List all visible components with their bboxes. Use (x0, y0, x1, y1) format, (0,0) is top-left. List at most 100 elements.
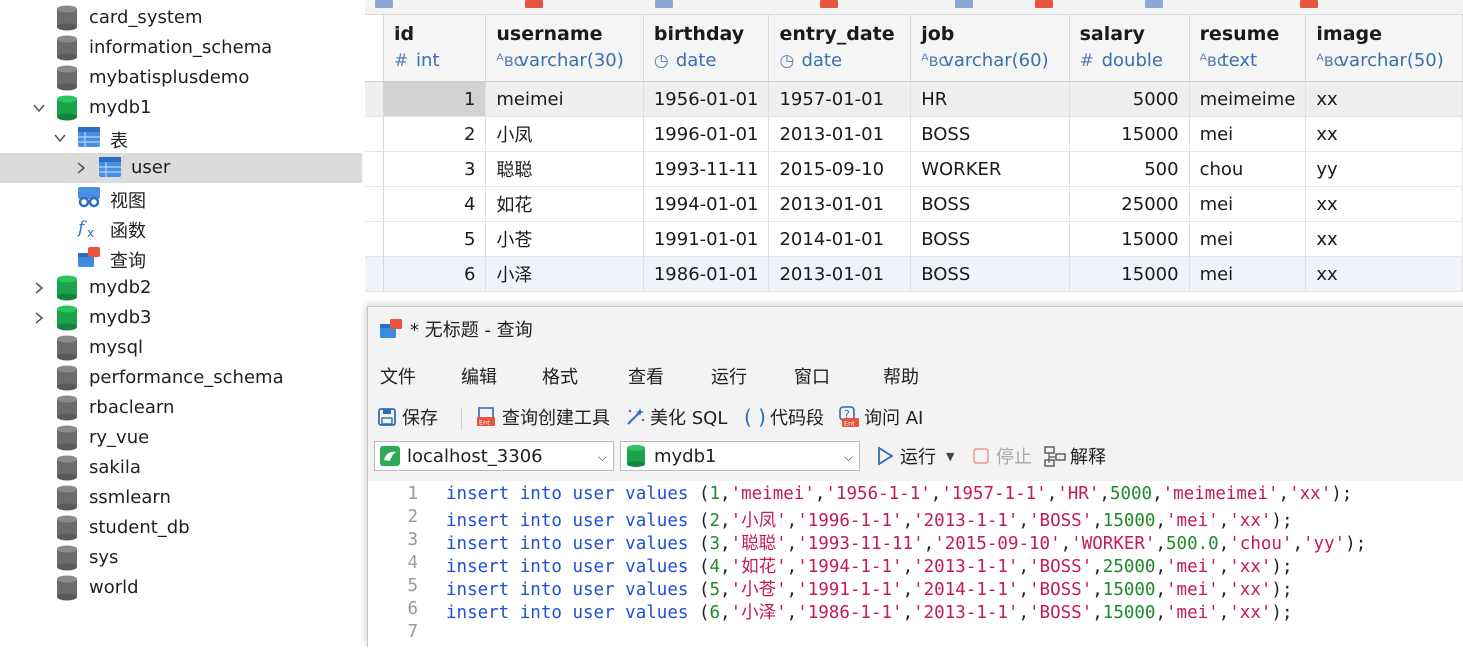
cell-birthday[interactable]: 1996-01-01 (643, 116, 770, 152)
cell-resume[interactable]: mei (1189, 116, 1307, 152)
cell-entry-date[interactable]: 1957-01-01 (768, 81, 912, 117)
cell-username[interactable]: 小凤 (485, 116, 644, 152)
cell-birthday[interactable]: 1986-01-01 (643, 256, 770, 292)
cell-id[interactable]: 5 (383, 221, 487, 257)
tree-item-user-table[interactable]: user (0, 153, 360, 183)
menu-format[interactable]: 格式 (542, 363, 578, 389)
tree-item-student-db[interactable]: student_db (0, 513, 360, 543)
cell-entry-date[interactable]: 2014-01-01 (768, 221, 912, 257)
chevron-down-icon[interactable] (53, 131, 67, 145)
column-header-resume[interactable]: resume ᴬʙctext (1189, 15, 1307, 82)
tree-item-sakila[interactable]: sakila (0, 453, 360, 483)
editor-line[interactable]: 1 insert into user values (1,'meimei','19… (368, 484, 1463, 507)
editor-line[interactable]: 3 insert into user values (3,'聪聪','1993-1… (368, 530, 1463, 554)
cell-username[interactable]: 小泽 (485, 256, 644, 292)
tree-item-functions-folder[interactable]: f x 函数 (0, 213, 360, 243)
query-builder-button[interactable]: Ent 查询创建工具 (476, 404, 610, 430)
editor-line[interactable]: 7 (368, 622, 1463, 645)
cell-image[interactable]: yy (1305, 151, 1463, 187)
row-selector[interactable] (365, 186, 385, 222)
row-selector[interactable] (365, 116, 385, 152)
cell-salary[interactable]: 15000 (1069, 221, 1190, 257)
table-row[interactable]: 2 小凤 1996-01-01 2013-01-01 BOSS 15000 mei xx (365, 116, 1463, 152)
editor-line[interactable]: 5 insert into user values (5,'小苍','1991-1… (368, 576, 1463, 600)
tree-item-views-folder[interactable]: 视图 (0, 183, 360, 213)
cell-image[interactable]: xx (1305, 221, 1463, 257)
cell-birthday[interactable]: 1991-01-01 (643, 221, 770, 257)
cell-birthday[interactable]: 1956-01-01 (643, 81, 770, 117)
column-header-salary[interactable]: salary # double (1069, 15, 1190, 82)
tree-item-sys[interactable]: sys (0, 543, 360, 573)
beautify-sql-button[interactable]: 美化 SQL (624, 404, 727, 430)
cell-job[interactable]: WORKER (910, 151, 1070, 187)
cell-resume[interactable]: meimeime (1189, 81, 1307, 117)
run-button[interactable]: 运行 ▼ (874, 443, 954, 469)
cell-salary[interactable]: 5000 (1069, 81, 1190, 117)
menu-window[interactable]: 窗口 (794, 363, 830, 389)
cell-salary[interactable]: 15000 (1069, 116, 1190, 152)
tree-item-mydb3[interactable]: mydb3 (0, 303, 360, 333)
cell-birthday[interactable]: 1994-01-01 (643, 186, 770, 222)
tree-item-world[interactable]: world (0, 573, 360, 603)
explain-button[interactable]: 解释 (1044, 443, 1106, 469)
column-header-image[interactable]: image ᴬʙcvarchar(50) (1305, 15, 1463, 82)
menu-file[interactable]: 文件 (380, 363, 416, 389)
column-header-birthday[interactable]: birthday ◷ date (643, 15, 770, 82)
database-select[interactable]: mydb1 ⌵ (620, 441, 860, 471)
menu-edit[interactable]: 编辑 (461, 363, 497, 389)
run-dropdown-icon[interactable]: ▼ (946, 450, 954, 463)
toolbar-icon-fragment[interactable] (1300, 0, 1318, 8)
table-row[interactable]: 6 小泽 1986-01-01 2013-01-01 BOSS 15000 mei xx (365, 256, 1463, 292)
cell-image[interactable]: xx (1305, 81, 1463, 117)
tree-item-mydb2[interactable]: mydb2 (0, 273, 360, 303)
tree-item-queries-folder[interactable]: 查询 (0, 243, 360, 273)
query-window-title[interactable]: * 无标题 - 查询 (378, 317, 533, 341)
cell-username[interactable]: meimei (485, 81, 644, 117)
tree-item-rbaclearn[interactable]: rbaclearn (0, 393, 360, 423)
row-selector[interactable] (365, 256, 385, 292)
toolbar-icon-fragment[interactable] (375, 0, 393, 8)
tree-item-ssmlearn[interactable]: ssmlearn (0, 483, 360, 513)
tree-item-card-system[interactable]: card_system (0, 3, 360, 33)
cell-salary[interactable]: 500 (1069, 151, 1190, 187)
code-snippet-button[interactable]: ( ) 代码段 (744, 404, 824, 430)
table-row[interactable]: 3 聪聪 1993-11-11 2015-09-10 WORKER 500 chou yy (365, 151, 1463, 187)
editor-line[interactable]: 4 insert into user values (4,'如花','1994-1… (368, 553, 1463, 577)
cell-birthday[interactable]: 1993-11-11 (643, 151, 770, 187)
cell-id[interactable]: 4 (383, 186, 487, 222)
tree-item-tables-folder[interactable]: 表 (0, 123, 360, 153)
table-row[interactable]: 1 meimei 1956-01-01 1957-01-01 HR 5000 meimeim… (365, 81, 1463, 117)
cell-username[interactable]: 如花 (485, 186, 644, 222)
table-row[interactable]: 4 如花 1994-01-01 2013-01-01 BOSS 25000 mei xx (365, 186, 1463, 222)
sql-editor[interactable]: 1 insert into user values (1,'meimei','19… (368, 481, 1463, 651)
cell-job[interactable]: BOSS (910, 256, 1070, 292)
editor-line[interactable]: 6 insert into user values (6,'小泽','1986-1… (368, 599, 1463, 623)
cell-id[interactable]: 1 (383, 81, 487, 117)
cell-username[interactable]: 小苍 (485, 221, 644, 257)
chevron-down-icon[interactable] (32, 101, 46, 115)
cell-resume[interactable]: mei (1189, 186, 1307, 222)
ask-ai-button[interactable]: ? Ent 询问 AI (838, 404, 923, 430)
toolbar-icon-fragment[interactable] (655, 0, 673, 8)
save-button[interactable]: 保存 (376, 404, 438, 430)
toolbar-icon-fragment[interactable] (1035, 0, 1053, 8)
column-header-id[interactable]: id # int (383, 15, 487, 82)
tree-item-mysql[interactable]: mysql (0, 333, 360, 363)
menu-run[interactable]: 运行 (711, 363, 747, 389)
cell-id[interactable]: 2 (383, 116, 487, 152)
cell-id[interactable]: 6 (383, 256, 487, 292)
chevron-right-icon[interactable] (32, 311, 46, 325)
toolbar-icon-fragment[interactable] (525, 0, 543, 8)
stop-button[interactable]: 停止 (970, 443, 1032, 469)
connection-select[interactable]: localhost_3306 ⌵ (374, 441, 614, 471)
cell-image[interactable]: xx (1305, 186, 1463, 222)
cell-image[interactable]: xx (1305, 116, 1463, 152)
cell-resume[interactable]: mei (1189, 221, 1307, 257)
tree-item-performance-schema[interactable]: performance_schema (0, 363, 360, 393)
cell-job[interactable]: BOSS (910, 221, 1070, 257)
tree-item-mybatisplusdemo[interactable]: mybatisplusdemo (0, 63, 360, 93)
cell-salary[interactable]: 15000 (1069, 256, 1190, 292)
cell-job[interactable]: HR (910, 81, 1070, 117)
column-header-entry-date[interactable]: entry_date ◷ date (768, 15, 912, 82)
row-selector[interactable] (365, 151, 385, 187)
